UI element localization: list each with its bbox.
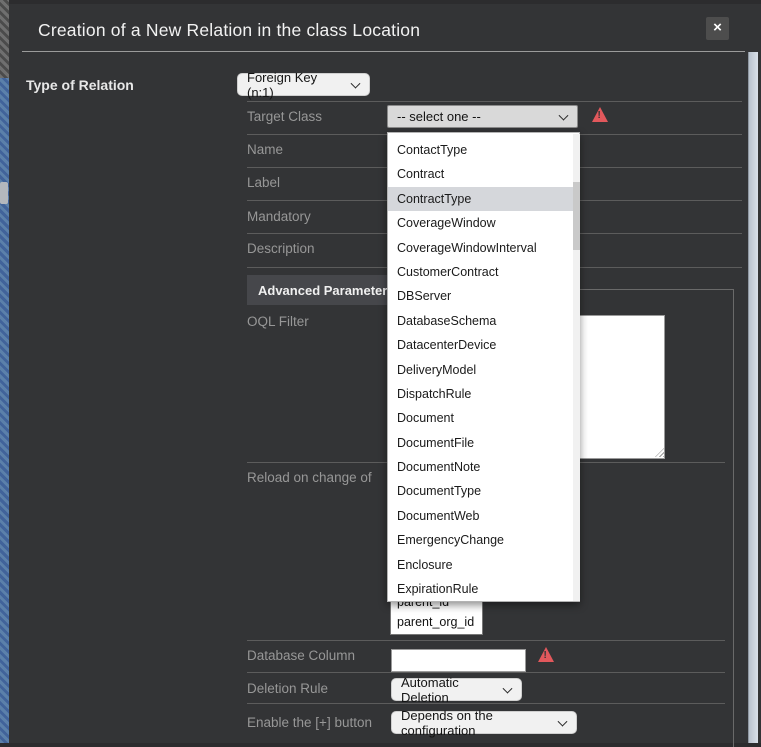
reload-on-change-label: Reload on change of bbox=[247, 470, 372, 485]
dropdown-option[interactable]: ExpirationRule bbox=[388, 577, 579, 601]
advanced-parameters-header[interactable]: Advanced Parameters bbox=[247, 275, 399, 305]
database-column-input[interactable] bbox=[391, 649, 526, 672]
new-relation-dialog: Creation of a New Relation in the class … bbox=[9, 4, 761, 743]
dropdown-option[interactable]: DispatchRule bbox=[388, 382, 579, 406]
name-label: Name bbox=[247, 142, 283, 157]
enable-plus-select[interactable]: Depends on the configuration bbox=[391, 711, 577, 734]
dropdown-option[interactable]: DocumentNote bbox=[388, 455, 579, 479]
dropdown-option[interactable]: DocumentFile bbox=[388, 431, 579, 455]
target-class-dropdown-list[interactable]: ContactTypeContractContractTypeCoverageW… bbox=[387, 132, 580, 602]
deletion-rule-label: Deletion Rule bbox=[247, 681, 328, 696]
row-separator bbox=[247, 672, 725, 673]
type-of-relation-select[interactable]: Foreign Key (n:1) bbox=[237, 73, 370, 96]
row-separator bbox=[247, 640, 725, 641]
dropdown-option[interactable]: CustomerContract bbox=[388, 260, 579, 284]
deletion-rule-select[interactable]: Automatic Deletion bbox=[391, 678, 522, 701]
dropdown-option[interactable]: Document bbox=[388, 406, 579, 430]
description-label: Description bbox=[247, 241, 315, 256]
dropdown-option[interactable]: DeliveryModel bbox=[388, 358, 579, 382]
row-separator bbox=[247, 101, 742, 102]
row-separator bbox=[247, 703, 725, 704]
dropdown-option[interactable]: CoverageWindow bbox=[388, 211, 579, 235]
chevron-down-icon bbox=[503, 683, 513, 693]
enable-plus-label: Enable the [+] button bbox=[247, 714, 379, 732]
dropdown-option[interactable]: DatabaseSchema bbox=[388, 309, 579, 333]
chevron-down-icon bbox=[558, 716, 568, 726]
label-label: Label bbox=[247, 175, 280, 190]
type-of-relation-label: Type of Relation bbox=[26, 77, 134, 93]
dialog-title: Creation of a New Relation in the class … bbox=[38, 20, 420, 41]
database-column-label: Database Column bbox=[247, 648, 355, 663]
target-class-label: Target Class bbox=[247, 109, 322, 124]
background-stripes-blue bbox=[0, 78, 9, 743]
dropdown-option[interactable]: DocumentWeb bbox=[388, 504, 579, 528]
chevron-down-icon bbox=[559, 110, 569, 120]
dialog-scrollbar[interactable] bbox=[748, 52, 758, 743]
dropdown-option[interactable]: DBServer bbox=[388, 284, 579, 308]
dropdown-option[interactable]: Contract bbox=[388, 162, 579, 186]
list-item[interactable]: parent_org_id bbox=[391, 612, 482, 632]
chevron-down-icon bbox=[351, 78, 361, 88]
dropdown-option[interactable]: Enclosure bbox=[388, 553, 579, 577]
dropdown-scrollbar-thumb[interactable] bbox=[573, 182, 580, 250]
background-stripes-gray bbox=[0, 0, 9, 78]
oql-filter-label: OQL Filter bbox=[247, 314, 309, 329]
target-class-select[interactable]: -- select one -- bbox=[387, 105, 578, 128]
dropdown-option[interactable]: ContactType bbox=[388, 138, 579, 162]
warning-icon bbox=[538, 647, 554, 662]
mandatory-label: Mandatory bbox=[247, 209, 311, 224]
title-separator bbox=[22, 51, 745, 52]
dropdown-option[interactable]: DocumentType bbox=[388, 479, 579, 503]
dropdown-option[interactable]: DatacenterDevice bbox=[388, 333, 579, 357]
dropdown-option[interactable]: CoverageWindowInterval bbox=[388, 236, 579, 260]
warning-icon bbox=[592, 107, 608, 122]
close-icon[interactable]: × bbox=[706, 17, 729, 40]
background-scroll-thumb[interactable] bbox=[0, 182, 8, 204]
dropdown-option[interactable]: EmergencyChange bbox=[388, 528, 579, 552]
dropdown-option[interactable]: ContractType bbox=[388, 187, 579, 211]
